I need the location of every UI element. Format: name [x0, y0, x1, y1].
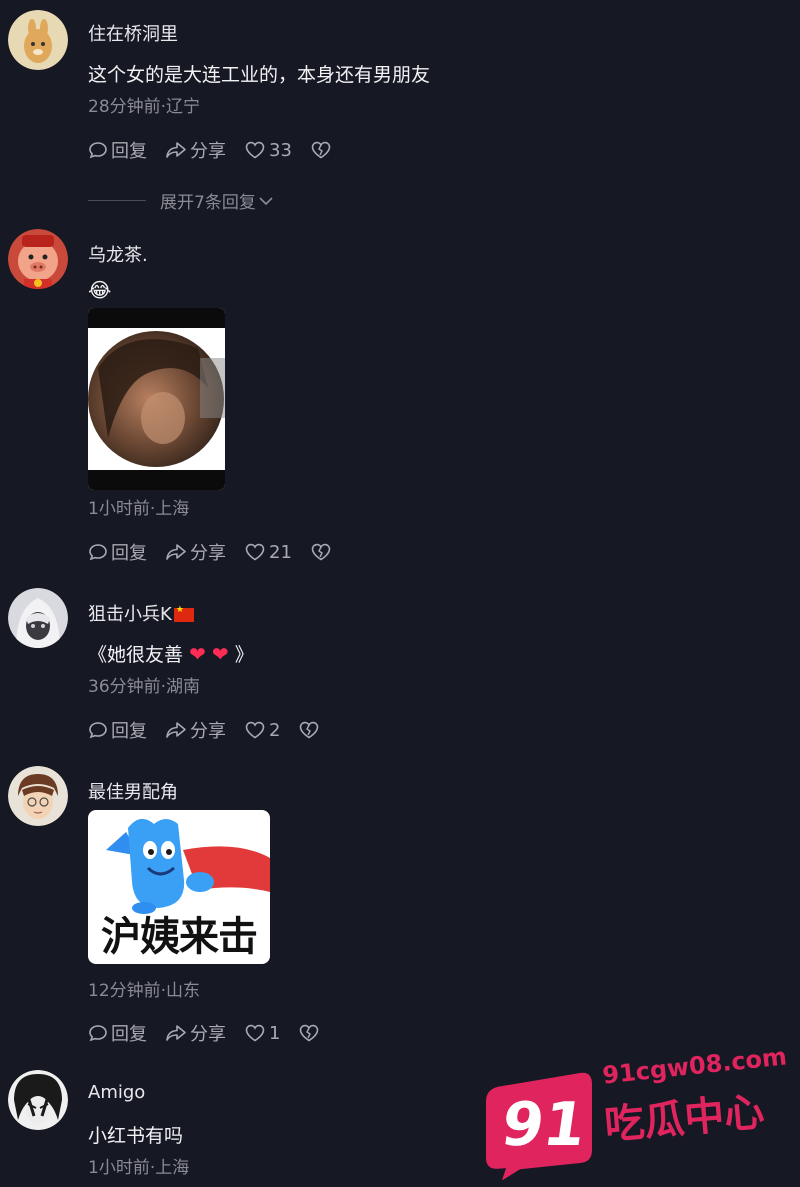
sticker-image[interactable]: 沪姨来击	[88, 810, 270, 964]
chevron-down-icon	[259, 196, 273, 205]
watermark: 91 91cgw08.com 吃瓜中心	[480, 1042, 788, 1181]
comment-icon	[89, 544, 107, 561]
like-button[interactable]: 1	[244, 1023, 280, 1044]
comment-image[interactable]	[88, 308, 225, 490]
emoji: 😂	[88, 278, 112, 302]
red-heart-icon: ❤	[211, 642, 229, 666]
comment-actions: 回复 分享 21	[88, 540, 353, 564]
avatar[interactable]	[8, 10, 68, 70]
username-text: 狙击小兵K	[88, 604, 172, 625]
china-flag-icon	[173, 605, 194, 622]
comment-meta: 1小时前·上海	[88, 499, 190, 519]
share-icon	[166, 1025, 186, 1041]
heart-icon	[245, 721, 265, 739]
broken-heart-icon	[311, 141, 331, 159]
like-button[interactable]: 2	[244, 720, 280, 741]
dislike-button[interactable]	[310, 140, 335, 160]
like-button[interactable]: 33	[244, 140, 292, 161]
broken-heart-icon	[300, 1024, 319, 1042]
reply-label: 回复	[111, 543, 147, 564]
comment-actions: 回复 分享 1	[88, 1021, 341, 1045]
comment-meta: 1小时前·上海	[88, 1158, 190, 1178]
reply-button[interactable]: 回复	[88, 137, 147, 163]
comment-icon	[89, 1025, 107, 1042]
reply-button[interactable]: 回复	[88, 1020, 147, 1046]
broken-heart-icon	[311, 543, 331, 561]
red-heart-icon: ❤	[189, 642, 206, 666]
share-icon	[166, 722, 186, 738]
text-close: 》	[234, 644, 254, 666]
reply-label: 回复	[111, 141, 147, 162]
share-button[interactable]: 分享	[165, 539, 226, 565]
reply-button[interactable]: 回复	[88, 539, 147, 565]
share-button[interactable]: 分享	[165, 717, 226, 743]
dislike-button[interactable]	[310, 542, 335, 562]
comment-actions: 回复 分享 33	[88, 138, 353, 162]
dislike-button[interactable]	[298, 1023, 323, 1043]
share-button[interactable]: 分享	[165, 137, 226, 163]
share-label: 分享	[190, 543, 226, 564]
username[interactable]: 住在桥洞里	[88, 20, 178, 46]
username[interactable]: 狙击小兵K	[88, 600, 194, 626]
sticker-caption: 沪姨来击	[101, 914, 258, 960]
comment-meta: 28分钟前·辽宁	[88, 97, 201, 117]
reply-label: 回复	[111, 1024, 147, 1045]
comment-text: 小红书有吗	[88, 1125, 184, 1147]
share-label: 分享	[190, 721, 226, 742]
watermark-number: 91	[497, 1090, 591, 1160]
like-count: 33	[269, 139, 292, 161]
username[interactable]: Amigo	[88, 1082, 145, 1103]
heart-icon	[245, 141, 265, 159]
share-label: 分享	[190, 141, 226, 162]
comment-meta: 12分钟前·山东	[88, 981, 201, 1001]
divider	[88, 200, 146, 201]
like-count: 2	[269, 719, 281, 741]
share-icon	[166, 544, 186, 560]
image-bottom-bar	[88, 470, 225, 490]
share-button[interactable]: 分享	[165, 1020, 226, 1046]
like-count: 21	[269, 541, 292, 563]
heart-icon	[245, 1024, 265, 1042]
comment-text: 《她很友善 ❤ ❤ 》	[88, 640, 254, 667]
expand-replies-button[interactable]: 展开7条回复	[88, 188, 274, 213]
dislike-button[interactable]	[298, 720, 323, 740]
broken-heart-icon	[300, 721, 319, 739]
like-button[interactable]: 21	[244, 542, 292, 563]
like-count: 1	[269, 1022, 281, 1044]
comment-icon	[89, 722, 107, 739]
reply-button[interactable]: 回复	[88, 717, 147, 743]
avatar[interactable]	[8, 588, 68, 648]
portrait-photo	[88, 331, 225, 467]
comment-actions: 回复 分享 2	[88, 718, 341, 742]
expand-label: 展开7条回复	[160, 193, 256, 213]
text-open: 《她很友善	[88, 644, 184, 666]
heart-icon	[245, 543, 265, 561]
share-label: 分享	[190, 1024, 226, 1045]
comment-icon	[89, 142, 107, 159]
comment-meta: 36分钟前·湖南	[88, 677, 201, 697]
reply-label: 回复	[111, 721, 147, 742]
comment-text: 这个女的是大连工业的，本身还有男朋友	[88, 64, 431, 86]
username[interactable]: 乌龙茶.	[88, 241, 148, 267]
share-icon	[166, 142, 186, 158]
avatar[interactable]	[8, 1070, 68, 1130]
avatar[interactable]	[8, 229, 68, 289]
username[interactable]: 最佳男配角	[88, 778, 178, 804]
image-top-bar	[88, 308, 225, 328]
avatar[interactable]	[8, 766, 68, 826]
